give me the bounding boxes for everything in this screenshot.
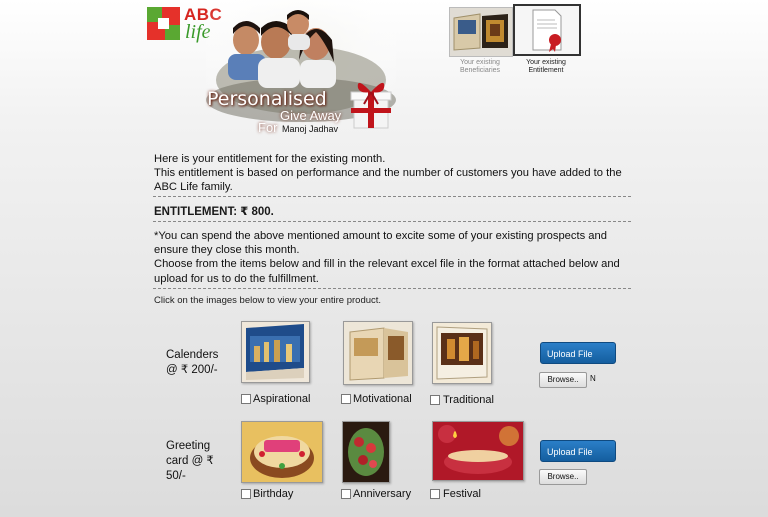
- calenders-browse-button[interactable]: Browse..: [539, 372, 587, 388]
- gift-box-icon: [350, 82, 392, 129]
- calendar-photo-icon: [450, 8, 512, 56]
- calenders-price-label: Calenders @ ₹ 200/-: [166, 349, 219, 376]
- product-hint: Click on the images below to view your e…: [154, 295, 382, 306]
- greeting-card-price-label: Greeting card @ ₹ 50/-: [166, 440, 214, 482]
- nav-beneficiaries-caption[interactable]: Your existing Beneficiaries: [445, 59, 515, 75]
- intro-line-1: Here is your entitlement for the existin…: [154, 153, 386, 165]
- divider: [153, 196, 631, 197]
- instructions-line-2: Choose from the items below and fill in …: [154, 258, 620, 285]
- traditional-calendar-image[interactable]: [432, 322, 492, 384]
- calenders-file-status: N: [590, 374, 596, 383]
- traditional-checkbox[interactable]: [430, 395, 440, 405]
- anniversary-card-image[interactable]: [342, 421, 390, 483]
- motivational-calendar-image[interactable]: [343, 321, 413, 385]
- festival-checkbox[interactable]: [430, 489, 440, 499]
- divider: [153, 288, 631, 289]
- intro-line-2: This entitlement is based on performance…: [154, 167, 622, 194]
- birthday-label: Birthday: [253, 488, 294, 500]
- aspirational-checkbox[interactable]: [241, 394, 251, 404]
- motivational-checkbox[interactable]: [341, 394, 351, 404]
- aspirational-label: Aspirational: [253, 393, 311, 405]
- nav-beneficiaries-thumbnail[interactable]: [449, 7, 513, 57]
- birthday-card-image[interactable]: [241, 421, 323, 483]
- instructions-line-1: *You can spend the above mentioned amoun…: [154, 230, 607, 257]
- certificate-icon: [532, 9, 562, 52]
- nav-entitlement-caption[interactable]: Your existing Entitlement: [511, 59, 581, 75]
- festival-card-image[interactable]: [432, 421, 524, 481]
- upload-button-label: Upload File: [547, 447, 593, 457]
- header-title-giveaway: Give Away: [280, 108, 342, 123]
- anniversary-checkbox[interactable]: [341, 489, 351, 499]
- upload-button-label: Upload File: [547, 349, 593, 359]
- greeting-upload-button[interactable]: Upload File: [540, 440, 616, 462]
- logo-mark: [147, 7, 180, 40]
- instructions-text: *You can spend the above mentioned amoun…: [154, 229, 632, 286]
- birthday-checkbox[interactable]: [241, 489, 251, 499]
- recipient-name: Manoj Jadhav: [282, 124, 339, 134]
- anniversary-label: Anniversary: [353, 488, 412, 500]
- header-title-personalised: Personalised: [207, 88, 327, 110]
- motivational-label: Motivational: [353, 393, 412, 405]
- header-for-label: For: [258, 120, 278, 135]
- calenders-upload-button[interactable]: Upload File: [540, 342, 616, 364]
- entitlement-amount: ENTITLEMENT: ₹ 800.: [154, 206, 274, 218]
- traditional-label: Traditional: [443, 394, 494, 406]
- nav-entitlement-thumbnail[interactable]: [513, 4, 581, 56]
- greeting-browse-button[interactable]: Browse..: [539, 469, 587, 485]
- divider: [153, 221, 631, 222]
- aspirational-calendar-image[interactable]: [241, 321, 310, 383]
- intro-text: Here is your entitlement for the existin…: [154, 152, 632, 195]
- festival-label: Festival: [443, 488, 481, 500]
